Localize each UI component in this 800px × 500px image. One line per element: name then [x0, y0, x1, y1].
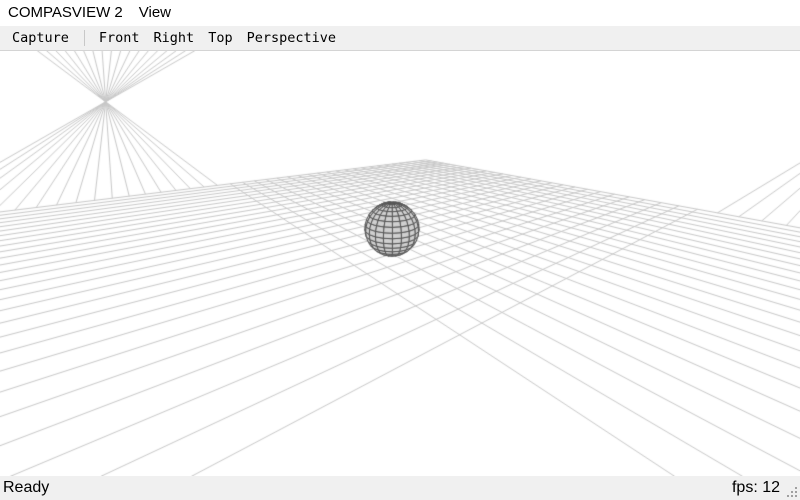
- status-text: Ready: [3, 479, 50, 496]
- toolbar: Capture Front Right Top Perspective: [0, 26, 800, 51]
- size-grip-icon[interactable]: [786, 486, 798, 498]
- status-bar: Ready fps: 12: [0, 476, 800, 500]
- fps-counter: fps: 12: [731, 479, 780, 496]
- right-view-button[interactable]: Right: [147, 26, 202, 50]
- viewport-canvas[interactable]: [0, 51, 800, 476]
- perspective-view-button[interactable]: Perspective: [240, 26, 343, 50]
- app-title-menu[interactable]: COMPASVIEW 2: [0, 0, 131, 26]
- app-window: COMPASVIEW 2 View Capture Front Right To…: [0, 0, 800, 500]
- 3d-viewport[interactable]: [0, 51, 800, 476]
- toolbar-separator: [83, 30, 85, 46]
- top-view-button[interactable]: Top: [201, 26, 239, 50]
- menubar: COMPASVIEW 2 View: [0, 0, 800, 26]
- front-view-button[interactable]: Front: [92, 26, 147, 50]
- capture-button[interactable]: Capture: [0, 26, 84, 50]
- view-menu[interactable]: View: [131, 0, 179, 26]
